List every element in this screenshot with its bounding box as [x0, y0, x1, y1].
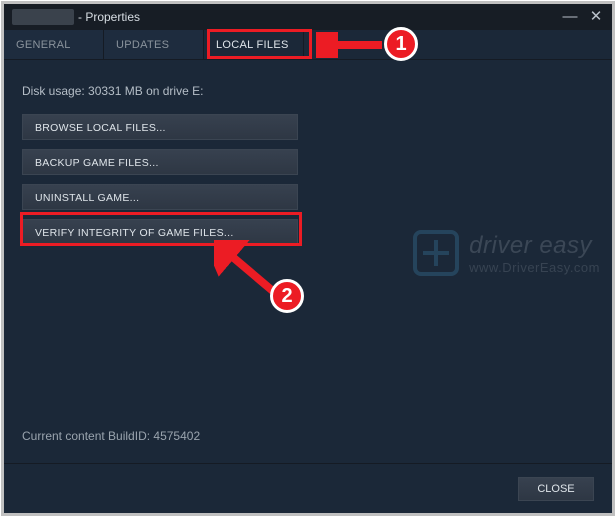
watermark: driver easy www.DriverEasy.com [413, 230, 600, 276]
close-button[interactable]: CLOSE [518, 477, 594, 501]
minimize-button[interactable]: — [560, 6, 580, 26]
watermark-brand: driver easy [469, 232, 600, 260]
watermark-logo-icon [413, 230, 459, 276]
disk-usage-label: Disk usage: 30331 MB on drive E: [22, 84, 594, 98]
titlebar: - Properties — ✕ [4, 4, 612, 30]
tab-bar: GENERAL UPDATES LOCAL FILES [4, 30, 612, 60]
verify-integrity-button[interactable]: VERIFY INTEGRITY OF GAME FILES... [22, 219, 298, 245]
tab-updates[interactable]: UPDATES [104, 30, 204, 59]
watermark-url: www.DriverEasy.com [469, 260, 600, 275]
browse-local-files-button[interactable]: BROWSE LOCAL FILES... [22, 114, 298, 140]
game-name-redacted [12, 9, 74, 25]
backup-game-files-button[interactable]: BACKUP GAME FILES... [22, 149, 298, 175]
close-window-button[interactable]: ✕ [586, 6, 606, 26]
content-area: Disk usage: 30331 MB on drive E: BROWSE … [4, 60, 612, 463]
uninstall-game-button[interactable]: UNINSTALL GAME... [22, 184, 298, 210]
footer: CLOSE [4, 463, 612, 513]
tab-general[interactable]: GENERAL [4, 30, 104, 59]
properties-window: - Properties — ✕ GENERAL UPDATES LOCAL F… [1, 1, 615, 516]
window-title: - Properties [78, 10, 140, 24]
tab-local-files[interactable]: LOCAL FILES [204, 30, 304, 59]
build-id-label: Current content BuildID: 4575402 [22, 429, 200, 443]
